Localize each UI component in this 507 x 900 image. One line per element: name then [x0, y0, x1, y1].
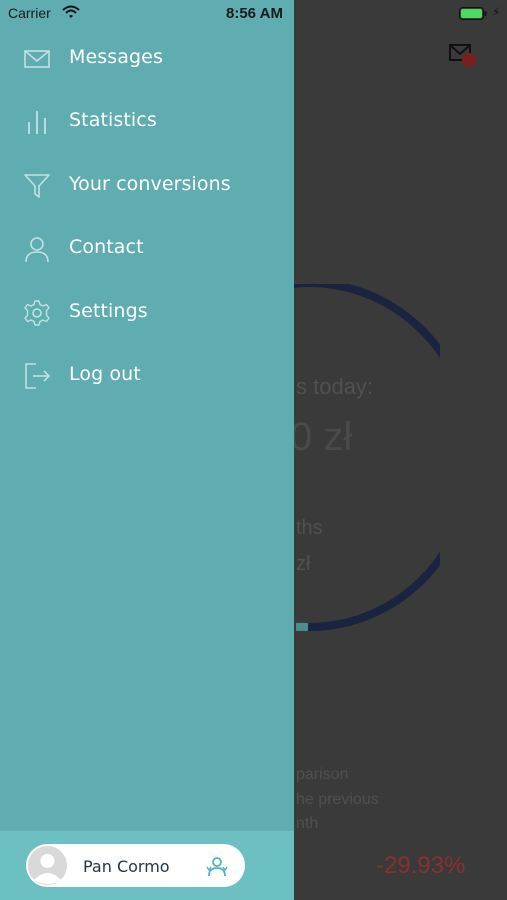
menu-item-label: Settings [69, 300, 148, 322]
side-drawer: Messages Statistics Your conversions Con… [0, 0, 294, 900]
mail-icon [24, 50, 50, 68]
today-label: s today: [296, 374, 374, 399]
wifi-icon [62, 5, 80, 18]
percentage-change: -29.93% [376, 852, 466, 879]
menu-item-log-out[interactable]: Log out [0, 349, 294, 401]
avatar-icon [28, 846, 67, 885]
menu-item-label: Statistics [69, 109, 157, 131]
comparison-line: parison [296, 766, 349, 783]
carrier-label: Carrier [8, 5, 51, 21]
menu-item-settings[interactable]: Settings [0, 286, 294, 338]
menu-item-label: Contact [69, 236, 144, 258]
clock: 8:56 AM [226, 5, 283, 22]
comparison-line: he previous [296, 791, 379, 808]
status-bar: Carrier 8:56 AM ⚡ [0, 0, 507, 28]
menu-item-your-conversions[interactable]: Your conversions [0, 159, 294, 211]
drawer-footer: Pan Cormo [0, 831, 294, 900]
menu-item-label: Messages [69, 46, 163, 68]
months-label: ths [296, 517, 323, 539]
filter-icon [24, 174, 50, 198]
months-amount: zł [296, 553, 311, 575]
menu-item-messages[interactable]: Messages [0, 32, 294, 84]
logout-icon [25, 363, 50, 389]
switch-account-icon[interactable] [206, 855, 228, 877]
user-icon [25, 237, 49, 262]
menu-item-label: Log out [69, 363, 141, 385]
mail-notification-icon [449, 44, 476, 67]
battery-icon [459, 7, 487, 20]
menu-item-label: Your conversions [69, 173, 231, 195]
menu-item-contact[interactable]: Contact [0, 222, 294, 274]
user-name: Pan Cormo [83, 857, 170, 876]
user-profile-button[interactable]: Pan Cormo [26, 844, 245, 887]
comparison-line: nth [296, 815, 319, 832]
today-amount: 0 zł [290, 415, 353, 459]
gear-icon [24, 300, 50, 326]
menu-item-statistics[interactable]: Statistics [0, 95, 294, 147]
charging-icon: ⚡ [492, 5, 501, 19]
bar-chart-icon [28, 111, 46, 134]
